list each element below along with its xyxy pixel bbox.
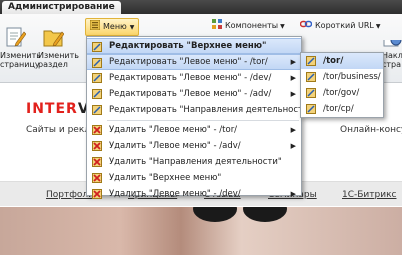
submenu-arrow-icon: ▶ bbox=[290, 58, 296, 66]
settings-button[interactable]: Накл стра bbox=[382, 40, 402, 69]
menu-item-edit-left-tor[interactable]: Редактировать "Левое меню" - /tor/ ▶ bbox=[87, 54, 301, 70]
menu-item-label: Удалить "Левое меню" - /dev/ bbox=[109, 189, 241, 199]
short-url-label: Короткий URL bbox=[315, 21, 374, 30]
menu-item-delete-left-adv[interactable]: Удалить "Левое меню" - /adv/ ▶ bbox=[87, 138, 301, 154]
menu-item-label: Редактировать "Левое меню" - /tor/ bbox=[109, 57, 268, 67]
menu-icon bbox=[89, 19, 101, 31]
settings-label: Накл стра bbox=[382, 51, 402, 69]
delete-icon bbox=[92, 125, 102, 135]
menu-button-label: Меню bbox=[103, 22, 127, 31]
components-label: Компоненты bbox=[225, 21, 279, 30]
menu-item-delete-left-tor[interactable]: Удалить "Левое меню" - /tor/ ▶ bbox=[87, 122, 301, 138]
submenu-item-tor-gov[interactable]: /tor/gov/ bbox=[301, 85, 383, 101]
delete-icon bbox=[92, 141, 102, 151]
menu-separator bbox=[107, 120, 299, 121]
menu-item-label: Редактировать "Левое меню" - /dev/ bbox=[109, 73, 272, 83]
tab-administration[interactable]: Администрирование bbox=[2, 1, 121, 14]
hero-image bbox=[0, 207, 402, 255]
menu-item-edit-top-menu[interactable]: Редактировать "Верхнее меню" bbox=[87, 38, 301, 54]
link-icon bbox=[299, 20, 313, 28]
menu-item-delete-directions[interactable]: Удалить "Направления деятельности" bbox=[87, 154, 301, 170]
edit-icon bbox=[92, 89, 102, 99]
edit-page-button[interactable]: Изменить страницу bbox=[0, 27, 41, 69]
submenu-item-tor-business[interactable]: /tor/business/ bbox=[301, 69, 383, 85]
short-url-button[interactable]: Короткий URL ▼ bbox=[299, 18, 381, 34]
menu-button[interactable]: Меню ▼ bbox=[85, 18, 140, 36]
menu-item-edit-directions[interactable]: Редактировать "Направления деятельности" bbox=[87, 102, 312, 118]
sunglasses-graphic bbox=[193, 207, 287, 222]
menu-item-label: Удалить "Левое меню" - /tor/ bbox=[109, 125, 238, 135]
menu-item-label: Удалить "Верхнее меню" bbox=[109, 173, 222, 183]
menu-item-label: Удалить "Левое меню" - /adv/ bbox=[109, 141, 241, 151]
edit-icon bbox=[306, 104, 316, 114]
components-button[interactable]: Компоненты ▼ bbox=[212, 18, 285, 34]
menu-item-label: Удалить "Направления деятельности" bbox=[109, 157, 282, 167]
logo-part-red: INTER bbox=[26, 101, 78, 117]
submenu-arrow-icon: ▶ bbox=[290, 74, 296, 82]
submenu-arrow-icon: ▶ bbox=[290, 126, 296, 134]
chevron-down-icon: ▼ bbox=[280, 23, 285, 30]
edit-page-label: Изменить страницу bbox=[0, 51, 41, 69]
edit-icon bbox=[92, 42, 102, 52]
menu-item-delete-left-dev[interactable]: Удалить "Левое меню" - /dev/ ▶ bbox=[87, 186, 301, 199]
menu-item-edit-left-dev[interactable]: Редактировать "Левое меню" - /dev/ ▶ bbox=[87, 70, 301, 86]
menu-item-label: Редактировать "Направления деятельности" bbox=[109, 105, 313, 115]
edit-section-button[interactable]: Изменить раздел bbox=[38, 30, 79, 69]
submenu-item-label: /tor/cp/ bbox=[323, 104, 354, 114]
edit-icon bbox=[92, 105, 102, 115]
admin-top-bar: Администрирование bbox=[0, 0, 402, 14]
chevron-down-icon: ▼ bbox=[375, 23, 381, 30]
edit-icon bbox=[92, 73, 102, 83]
delete-icon bbox=[92, 189, 102, 199]
edit-icon bbox=[306, 56, 316, 66]
nav-bitrix[interactable]: 1С-Битрикс bbox=[342, 190, 396, 200]
edit-icon bbox=[306, 88, 316, 98]
submenu-arrow-icon: ▶ bbox=[290, 142, 296, 150]
online-consult-link[interactable]: Онлайн-консул bbox=[340, 125, 402, 135]
edit-icon bbox=[306, 72, 316, 82]
submenu-item-label: /tor/gov/ bbox=[323, 88, 360, 98]
components-icon bbox=[212, 19, 222, 29]
submenu-arrow-icon: ▶ bbox=[290, 190, 296, 198]
submenu-item-label: /tor/business/ bbox=[323, 72, 381, 82]
submenu-item-tor[interactable]: /tor/ bbox=[301, 53, 383, 69]
delete-icon bbox=[92, 173, 102, 183]
edit-page-icon bbox=[6, 27, 26, 47]
menu-item-label: Редактировать "Левое меню" - /adv/ bbox=[109, 89, 272, 99]
edit-section-icon bbox=[43, 30, 64, 47]
submenu-item-label: /tor/ bbox=[323, 56, 344, 66]
menu-item-label: Редактировать "Верхнее меню" bbox=[109, 41, 267, 51]
submenu-item-tor-cp[interactable]: /tor/cp/ bbox=[301, 101, 383, 117]
edit-icon bbox=[92, 58, 102, 68]
delete-icon bbox=[92, 157, 102, 167]
submenu-tor: /tor/ /tor/business/ /tor/gov/ /tor/cp/ bbox=[300, 52, 384, 118]
menu-dropdown: Редактировать "Верхнее меню" Редактирова… bbox=[86, 36, 312, 199]
chevron-down-icon: ▼ bbox=[129, 24, 135, 31]
menu-item-delete-top-menu[interactable]: Удалить "Верхнее меню" bbox=[87, 170, 301, 186]
menu-item-edit-left-adv[interactable]: Редактировать "Левое меню" - /adv/ ▶ bbox=[87, 86, 301, 102]
page-settings-icon bbox=[383, 40, 402, 47]
submenu-arrow-icon: ▶ bbox=[290, 90, 296, 98]
edit-section-label: Изменить раздел bbox=[38, 51, 79, 69]
